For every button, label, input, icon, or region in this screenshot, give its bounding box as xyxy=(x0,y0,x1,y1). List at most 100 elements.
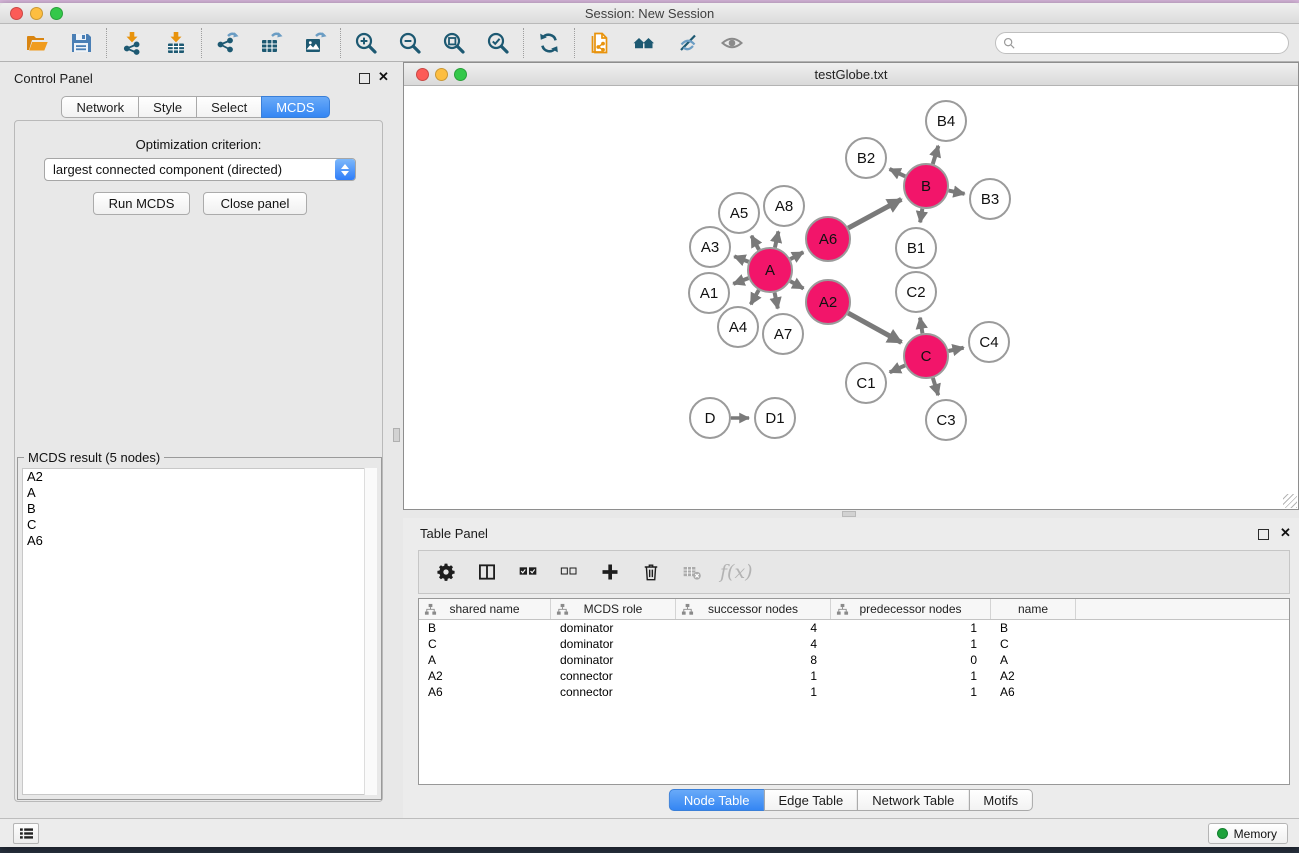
mcds-result-scrollbar[interactable] xyxy=(364,468,377,795)
zoom-selected-button[interactable] xyxy=(483,29,513,57)
mcds-result-item[interactable]: C xyxy=(23,517,376,533)
table-panel-float-icon[interactable] xyxy=(1258,529,1269,540)
column-header-shared-name[interactable]: shared name xyxy=(419,599,551,619)
export-image-button[interactable] xyxy=(300,29,330,57)
import-table-button[interactable] xyxy=(161,29,191,57)
graph-edge-B-B2[interactable] xyxy=(890,169,906,176)
graph-edge-C-C4[interactable] xyxy=(948,348,963,351)
graph-edge-B-B3[interactable] xyxy=(949,191,965,194)
search-field[interactable] xyxy=(995,32,1289,54)
task-history-button[interactable] xyxy=(13,823,39,844)
vertical-splitter-handle[interactable] xyxy=(393,428,400,442)
cell-shared-name[interactable]: B xyxy=(419,620,551,636)
cell-name[interactable]: A2 xyxy=(991,668,1076,684)
search-input[interactable] xyxy=(1015,34,1288,52)
cell-mcds-role[interactable]: connector xyxy=(551,684,676,700)
mcds-result-item[interactable]: A2 xyxy=(23,469,376,485)
vertical-splitter[interactable] xyxy=(391,62,403,818)
graph-edge-A-A5[interactable] xyxy=(751,236,759,250)
table-panel-close-icon[interactable]: ✕ xyxy=(1280,525,1291,541)
column-visibility-button[interactable] xyxy=(474,559,500,585)
horizontal-splitter[interactable] xyxy=(403,510,1299,518)
graph-edge-B-B1[interactable] xyxy=(920,209,922,223)
cell-successor-nodes[interactable]: 8 xyxy=(676,652,831,668)
graph-edge-A-A1[interactable] xyxy=(733,278,748,284)
new-network-from-selection-button[interactable] xyxy=(585,29,615,57)
import-network-button[interactable] xyxy=(117,29,147,57)
tab-node-table[interactable]: Node Table xyxy=(669,789,765,811)
tab-network-table[interactable]: Network Table xyxy=(857,789,969,811)
cell-mcds-role[interactable]: dominator xyxy=(551,620,676,636)
table-row-A2[interactable]: A2connector11A2 xyxy=(419,668,1289,684)
cell-name[interactable]: A6 xyxy=(991,684,1076,700)
graph-edge-A-A3[interactable] xyxy=(734,256,748,261)
close-panel-button[interactable]: Close panel xyxy=(203,192,307,215)
graph-edge-A-A4[interactable] xyxy=(751,290,759,304)
graph-edge-C-C3[interactable] xyxy=(933,378,938,395)
graph-edge-C-C1[interactable] xyxy=(890,365,905,372)
deselect-all-rows-button[interactable] xyxy=(556,559,582,585)
network-canvas[interactable]: AA1A2A3A4A5A6A7A8BB1B2B3B4CC1C2C3C4DD1 xyxy=(404,87,1298,509)
control-panel-float-icon[interactable] xyxy=(359,73,370,84)
cell-predecessor-nodes[interactable]: 1 xyxy=(831,668,991,684)
cell-predecessor-nodes[interactable]: 0 xyxy=(831,652,991,668)
graph-edge-B-B4[interactable] xyxy=(933,146,939,164)
zoom-fit-button[interactable] xyxy=(439,29,469,57)
mcds-result-list[interactable]: A2ABCA6 xyxy=(22,468,377,795)
cell-name[interactable]: B xyxy=(991,620,1076,636)
table-row-A[interactable]: Adominator80A xyxy=(419,652,1289,668)
table-mode-button[interactable] xyxy=(433,559,459,585)
table-row-A6[interactable]: A6connector11A6 xyxy=(419,684,1289,700)
cell-predecessor-nodes[interactable]: 1 xyxy=(831,684,991,700)
cell-predecessor-nodes[interactable]: 1 xyxy=(831,620,991,636)
graph-edge-A6-B[interactable] xyxy=(848,199,901,228)
horizontal-splitter-handle[interactable] xyxy=(842,511,856,517)
graph-edge-A-A7[interactable] xyxy=(775,293,778,309)
cell-shared-name[interactable]: A xyxy=(419,652,551,668)
cell-successor-nodes[interactable]: 4 xyxy=(676,620,831,636)
show-graphics-details-button[interactable] xyxy=(717,29,747,57)
cell-predecessor-nodes[interactable]: 1 xyxy=(831,636,991,652)
save-session-button[interactable] xyxy=(66,29,96,57)
window-resize-grip[interactable] xyxy=(1283,494,1297,508)
cell-successor-nodes[interactable]: 1 xyxy=(676,668,831,684)
cell-mcds-role[interactable]: dominator xyxy=(551,636,676,652)
tab-edge-table[interactable]: Edge Table xyxy=(763,789,858,811)
control-panel-close-icon[interactable]: ✕ xyxy=(378,69,389,85)
cell-shared-name[interactable]: A2 xyxy=(419,668,551,684)
hide-graphics-details-button[interactable] xyxy=(673,29,703,57)
tab-network[interactable]: Network xyxy=(61,96,139,118)
optimization-criterion-select[interactable]: largest connected component (directed) xyxy=(44,158,356,181)
column-header-mcds-role[interactable]: MCDS role xyxy=(551,599,676,619)
graph-edge-C-C2[interactable] xyxy=(920,318,922,334)
cell-shared-name[interactable]: C xyxy=(419,636,551,652)
memory-button[interactable]: Memory xyxy=(1208,823,1288,844)
mcds-result-item[interactable]: B xyxy=(23,501,376,517)
tab-style[interactable]: Style xyxy=(138,96,197,118)
cell-shared-name[interactable]: A6 xyxy=(419,684,551,700)
table-row-B[interactable]: Bdominator41B xyxy=(419,620,1289,636)
table-row-C[interactable]: Cdominator41C xyxy=(419,636,1289,652)
tab-motifs[interactable]: Motifs xyxy=(968,789,1033,811)
add-column-button[interactable] xyxy=(597,559,623,585)
graph-edge-A-A6[interactable] xyxy=(790,252,803,259)
mcds-result-item[interactable]: A6 xyxy=(23,533,376,549)
select-all-rows-button[interactable] xyxy=(515,559,541,585)
mcds-result-item[interactable]: A xyxy=(23,485,376,501)
zoom-in-button[interactable] xyxy=(351,29,381,57)
graph-edge-A-A2[interactable] xyxy=(790,281,803,288)
delete-column-button[interactable] xyxy=(638,559,664,585)
export-network-button[interactable] xyxy=(212,29,242,57)
export-table-button[interactable] xyxy=(256,29,286,57)
cell-name[interactable]: A xyxy=(991,652,1076,668)
cell-successor-nodes[interactable]: 4 xyxy=(676,636,831,652)
graph-edge-A-A8[interactable] xyxy=(775,231,779,247)
tab-select[interactable]: Select xyxy=(196,96,262,118)
cell-mcds-role[interactable]: dominator xyxy=(551,652,676,668)
tab-mcds[interactable]: MCDS xyxy=(261,96,329,118)
cell-name[interactable]: C xyxy=(991,636,1076,652)
column-header-successor-nodes[interactable]: successor nodes xyxy=(676,599,831,619)
zoom-out-button[interactable] xyxy=(395,29,425,57)
run-mcds-button[interactable]: Run MCDS xyxy=(93,192,190,215)
column-header-predecessor-nodes[interactable]: predecessor nodes xyxy=(831,599,991,619)
